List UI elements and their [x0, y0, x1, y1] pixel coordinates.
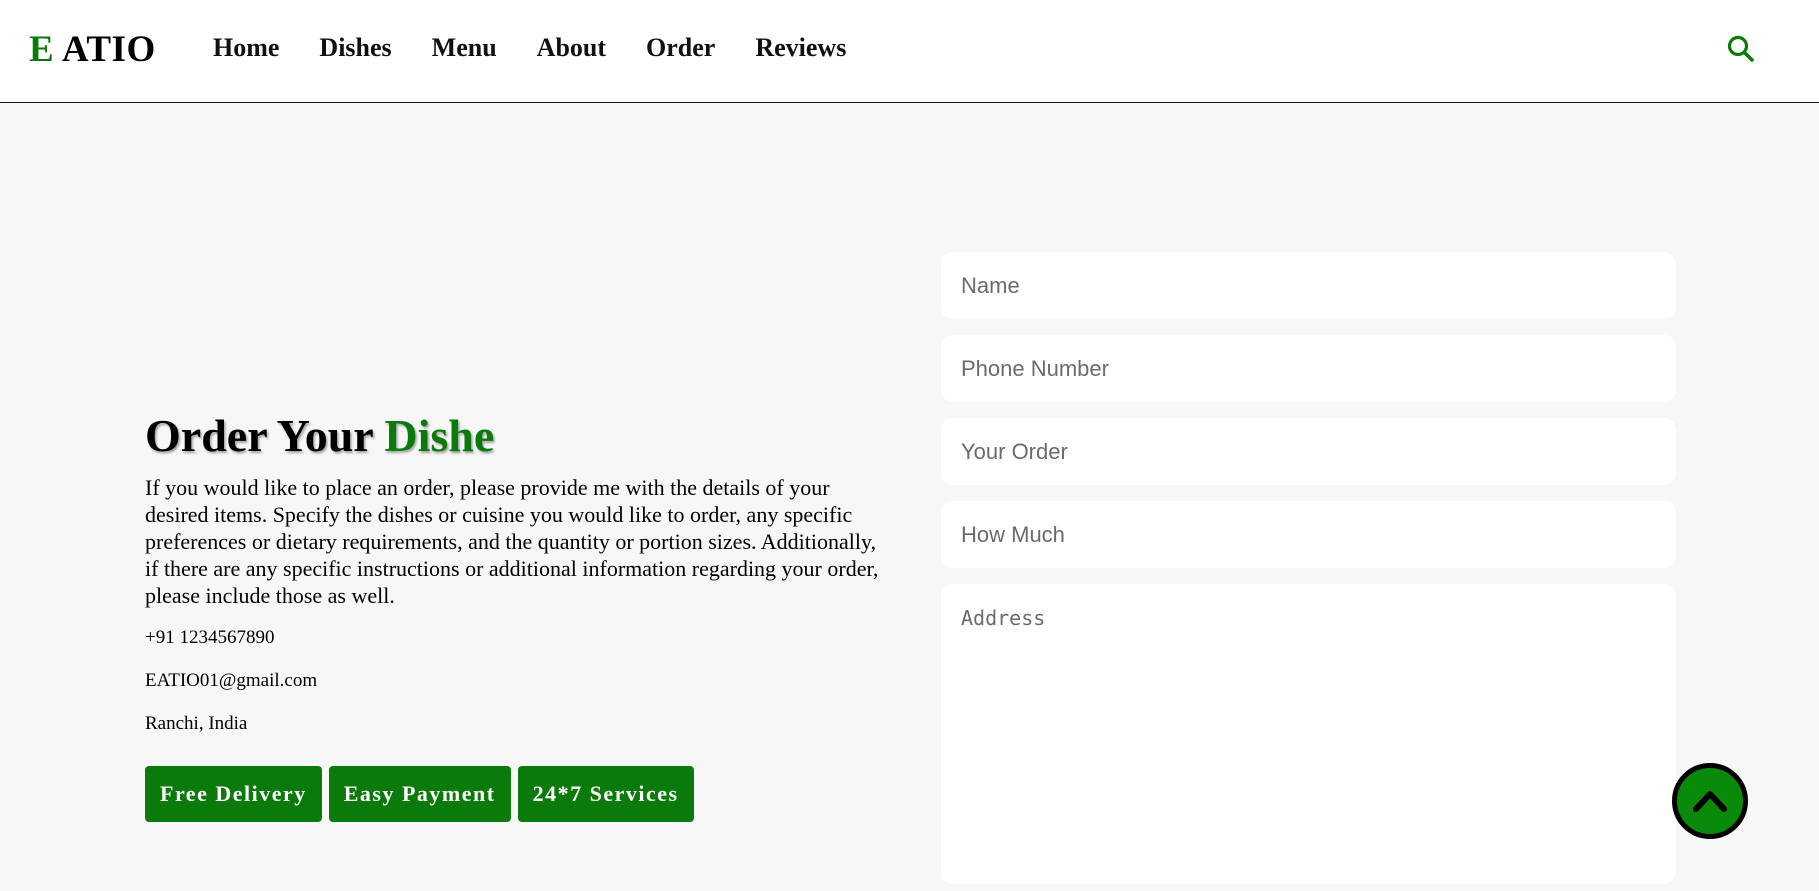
nav-home[interactable]: Home — [213, 33, 279, 63]
order-info: Order Your Dishe If you would like to pl… — [145, 410, 885, 822]
name-input[interactable] — [941, 252, 1676, 319]
nav-links: Home Dishes Menu About Order Reviews — [213, 33, 886, 63]
nav-menu[interactable]: Menu — [432, 33, 497, 63]
nav-about[interactable]: About — [537, 33, 606, 63]
feature-badges: Free Delivery Easy Payment 24*7 Services — [145, 766, 885, 822]
contact-location: Ranchi, India — [145, 713, 248, 734]
logo[interactable]: E ATIO — [29, 28, 156, 71]
page-title: Order Your Dishe — [145, 410, 885, 462]
logo-text: ATIO — [54, 29, 156, 70]
title-main: Order Your — [145, 410, 385, 461]
nav-order[interactable]: Order — [646, 33, 715, 63]
contact-phone: +91 1234567890 — [145, 627, 275, 648]
scroll-top-button[interactable] — [1672, 763, 1748, 839]
chevron-up-icon — [1693, 791, 1727, 812]
nav-reviews[interactable]: Reviews — [755, 33, 846, 63]
nav-dishes[interactable]: Dishes — [319, 33, 391, 63]
order-description: If you would like to place an order, ple… — [145, 475, 879, 608]
phone-input[interactable] — [941, 335, 1676, 402]
badge-easy-payment[interactable]: Easy Payment — [328, 766, 511, 822]
contact-email: EATIO01@gmail.com — [145, 670, 318, 691]
navbar: E ATIO Home Dishes Menu About Order Revi… — [0, 0, 1819, 103]
order-form — [941, 252, 1676, 884]
logo-letter: E — [29, 29, 55, 70]
quantity-input[interactable] — [941, 501, 1676, 568]
badge-free-delivery[interactable]: Free Delivery — [145, 766, 322, 822]
address-input[interactable] — [941, 584, 1676, 884]
title-accent: Dishe — [384, 410, 495, 461]
search-icon[interactable] — [1726, 34, 1756, 64]
order-input[interactable] — [941, 418, 1676, 485]
badge-services[interactable]: 24*7 Services — [517, 766, 694, 822]
